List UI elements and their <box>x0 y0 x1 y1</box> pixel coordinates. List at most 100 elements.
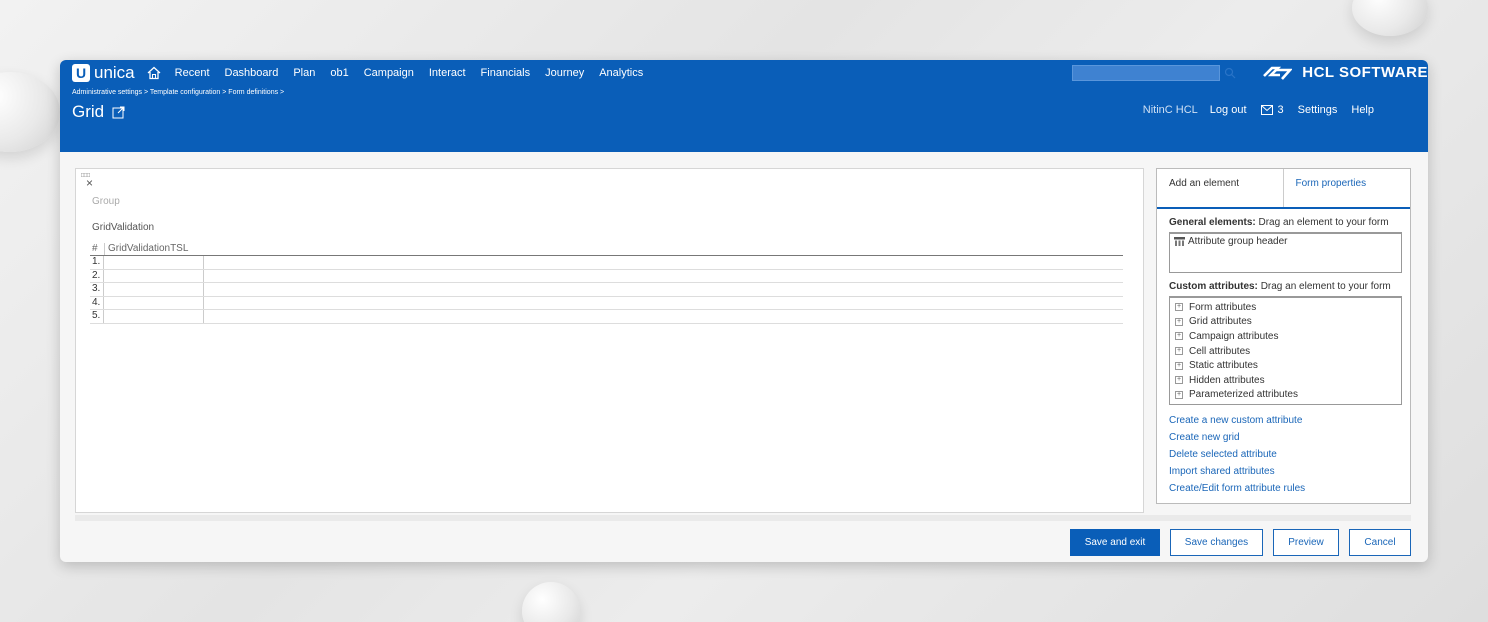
tree-item-label: Grid attributes <box>1189 316 1252 328</box>
hcl-brand-text: HCL SOFTWARE <box>1302 64 1428 81</box>
custom-attributes-tree: + Form attributes + Grid attributes + Ca… <box>1169 296 1402 405</box>
grid-cell[interactable] <box>104 310 204 323</box>
help-link[interactable]: Help <box>1351 104 1374 116</box>
row-number: 3. <box>90 283 104 296</box>
row-number: 2. <box>90 269 104 283</box>
expand-icon[interactable]: + <box>1175 303 1183 312</box>
edit-form-attribute-rules-link[interactable]: Create/Edit form attribute rules <box>1169 483 1410 500</box>
mail-icon[interactable] <box>1260 105 1273 115</box>
table-row: 2. <box>90 269 1123 284</box>
unica-logo[interactable]: U unica <box>72 63 135 83</box>
tree-item-grid-attributes[interactable]: + Grid attributes <box>1175 315 1401 330</box>
top-navigation-bar: U unica Recent Dashboard Plan ob1 Campai… <box>60 60 1428 86</box>
expand-icon[interactable]: + <box>1175 376 1183 385</box>
page-title-text: Grid <box>72 102 105 121</box>
tree-item-label: Parameterized attributes <box>1189 389 1298 401</box>
tree-item-static-attributes[interactable]: + Static attributes <box>1175 358 1401 373</box>
grid-cell[interactable] <box>104 269 204 283</box>
create-new-grid-link[interactable]: Create new grid <box>1169 432 1410 449</box>
decorative-bubble <box>0 72 60 152</box>
form-canvas: × Group GridValidation # GridValidationT… <box>75 168 1144 513</box>
save-changes-button[interactable]: Save changes <box>1170 529 1263 556</box>
main-menu: Recent Dashboard Plan ob1 Campaign Inter… <box>175 67 659 79</box>
home-icon[interactable] <box>147 66 161 80</box>
row-number: 1. <box>90 256 104 269</box>
tab-form-properties[interactable]: Form properties <box>1284 169 1411 207</box>
page-title: Grid <box>72 102 125 122</box>
tree-item-campaign-attributes[interactable]: + Campaign attributes <box>1175 329 1401 344</box>
general-elements-title: General elements: Drag an element to you… <box>1169 217 1410 228</box>
grid-cell[interactable] <box>104 296 204 310</box>
grid-name: GridValidation <box>92 222 155 233</box>
tree-item-label: Static attributes <box>1189 360 1258 372</box>
app-window: U unica Recent Dashboard Plan ob1 Campai… <box>60 60 1428 562</box>
table-row: 1. <box>90 256 1123 270</box>
popout-icon[interactable] <box>112 106 125 119</box>
breadcrumb[interactable]: Administrative settings > Template confi… <box>72 89 284 96</box>
logout-link[interactable]: Log out <box>1210 104 1247 116</box>
tree-item-label: Form attributes <box>1189 301 1257 313</box>
tree-item-parameterized-attributes[interactable]: + Parameterized attributes <box>1175 388 1401 403</box>
element-panel: Add an element Form properties General e… <box>1156 168 1411 504</box>
tree-item-label: Hidden attributes <box>1189 374 1265 386</box>
save-and-exit-button[interactable]: Save and exit <box>1070 529 1160 556</box>
row-number: 4. <box>90 296 104 310</box>
expand-icon[interactable]: + <box>1175 317 1183 326</box>
remove-group-icon[interactable]: × <box>86 176 93 190</box>
unica-logo-text: unica <box>94 63 135 82</box>
general-elements-list: Attribute group header <box>1169 232 1402 273</box>
username[interactable]: NitinC HCL <box>1143 104 1198 116</box>
tree-item-label: Campaign attributes <box>1189 330 1279 342</box>
grid-cell[interactable] <box>104 283 204 296</box>
grid-header-index: # <box>92 243 98 254</box>
create-custom-attribute-link[interactable]: Create a new custom attribute <box>1169 415 1410 432</box>
expand-icon[interactable]: + <box>1175 332 1183 341</box>
group-label[interactable]: Group <box>92 196 120 207</box>
hcl-software-logo: HCL SOFTWARE <box>1262 64 1428 81</box>
grid-header-column: GridValidationTSL <box>104 243 188 255</box>
nav-item-plan[interactable]: Plan <box>293 67 315 79</box>
hcl-logo-mark-icon <box>1263 66 1293 80</box>
grid-header-row: # GridValidationTSL <box>90 243 1123 256</box>
attribute-group-header-icon <box>1174 237 1185 246</box>
panel-actions: Create a new custom attribute Create new… <box>1169 415 1410 500</box>
expand-icon[interactable]: + <box>1175 361 1183 370</box>
grid-table[interactable]: # GridValidationTSL 1. 2. 3. 4. 5. <box>90 243 1123 324</box>
nav-item-ob1[interactable]: ob1 <box>330 67 348 79</box>
delete-selected-attribute-link[interactable]: Delete selected attribute <box>1169 449 1410 466</box>
preview-button[interactable]: Preview <box>1273 529 1339 556</box>
nav-item-recent[interactable]: Recent <box>175 67 210 79</box>
table-row: 5. <box>90 310 1123 324</box>
attribute-group-header-item[interactable]: Attribute group header <box>1188 236 1288 247</box>
tab-add-element[interactable]: Add an element <box>1157 169 1284 207</box>
tree-item-cell-attributes[interactable]: + Cell attributes <box>1175 344 1401 359</box>
panel-tabs: Add an element Form properties <box>1157 169 1410 209</box>
general-elements-heading: General elements: <box>1169 217 1256 228</box>
decorative-bubble <box>1352 0 1428 36</box>
expand-icon[interactable]: + <box>1175 390 1183 399</box>
nav-item-financials[interactable]: Financials <box>481 67 531 79</box>
expand-icon[interactable]: + <box>1175 347 1183 356</box>
search-icon[interactable] <box>1224 67 1236 79</box>
settings-link[interactable]: Settings <box>1298 104 1338 116</box>
nav-item-analytics[interactable]: Analytics <box>599 67 643 79</box>
tree-item-form-attributes[interactable]: + Form attributes <box>1175 300 1401 315</box>
nav-item-dashboard[interactable]: Dashboard <box>225 67 279 79</box>
nav-item-interact[interactable]: Interact <box>429 67 466 79</box>
general-elements-hint: Drag an element to your form <box>1258 217 1389 228</box>
custom-attributes-title: Custom attributes: Drag an element to yo… <box>1169 281 1410 292</box>
search-input[interactable] <box>1072 65 1220 81</box>
tree-item-hidden-attributes[interactable]: + Hidden attributes <box>1175 373 1401 388</box>
tree-item-label: Cell attributes <box>1189 345 1251 357</box>
custom-attributes-heading: Custom attributes: <box>1169 281 1258 292</box>
custom-attributes-hint: Drag an element to your form <box>1260 281 1391 292</box>
decorative-bubble <box>522 582 580 622</box>
nav-item-journey[interactable]: Journey <box>545 67 584 79</box>
mail-count[interactable]: 3 <box>1278 104 1284 116</box>
cancel-button[interactable]: Cancel <box>1349 529 1411 556</box>
user-area: NitinC HCL Log out 3 Settings Help <box>1143 104 1388 116</box>
nav-item-campaign[interactable]: Campaign <box>364 67 414 79</box>
grid-cell[interactable] <box>104 256 204 269</box>
import-shared-attributes-link[interactable]: Import shared attributes <box>1169 466 1410 483</box>
page-header: Administrative settings > Template confi… <box>60 86 1428 152</box>
